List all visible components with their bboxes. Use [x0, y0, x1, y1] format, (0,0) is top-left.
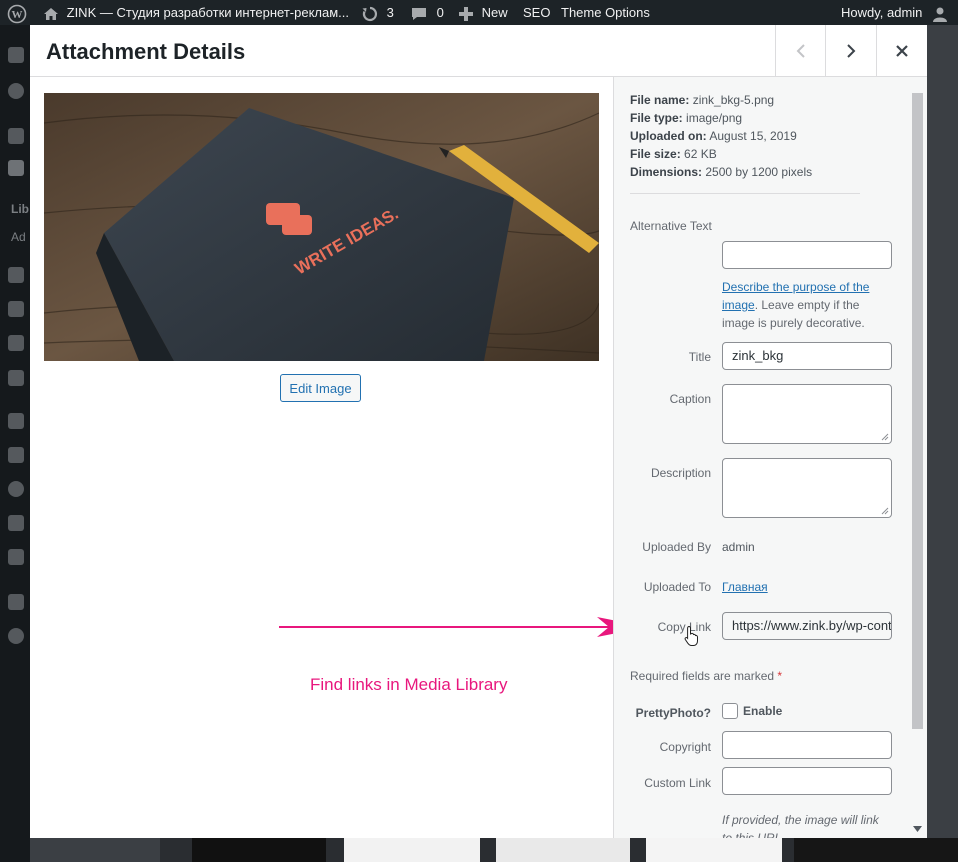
- file-type-row: File type: image/png: [630, 111, 743, 125]
- wordpress-logo-icon[interactable]: W: [7, 0, 27, 25]
- annotation-text: Find links in Media Library: [310, 675, 508, 694]
- prettyphoto-checkbox[interactable]: [722, 703, 738, 719]
- sidebar-add-label[interactable]: Ad: [11, 230, 26, 244]
- howdy-menu[interactable]: Howdy, admin: [841, 0, 948, 25]
- required-fields-note: Required fields are marked *: [630, 669, 783, 683]
- svg-text:W: W: [12, 9, 23, 21]
- modal-title: Attachment Details: [46, 39, 246, 64]
- custom-link-help: If provided, the image will link to this…: [722, 813, 879, 838]
- home-icon: [44, 7, 58, 20]
- attachment-media-view: WRITE IDEAS. Edit Image Find links in Me…: [30, 77, 647, 838]
- updates-count: 3: [386, 5, 394, 20]
- appearance-icon[interactable]: [8, 370, 24, 386]
- pages-icon[interactable]: [8, 267, 24, 283]
- annotation-arrow: [279, 617, 647, 637]
- modal-header: Attachment Details: [30, 25, 927, 77]
- file-size-row: File size: 62 KB: [630, 147, 717, 161]
- dimensions-row: Dimensions: 2500 by 1200 pixels: [630, 165, 813, 179]
- chevron-right-icon: [847, 43, 856, 58]
- collapse-icon[interactable]: [8, 628, 24, 644]
- divider: [630, 193, 860, 194]
- custom-link-label: Custom Link: [644, 776, 711, 790]
- comments-count: 0: [436, 5, 444, 20]
- gallery-icon[interactable]: [8, 335, 24, 351]
- description-textarea[interactable]: [722, 458, 892, 518]
- plus-icon: [459, 6, 473, 21]
- file-details: File name: zink_bkg-5.png File type: ima…: [630, 91, 812, 181]
- copyright-label: Copyright: [659, 740, 711, 754]
- theme-options-menu[interactable]: Theme Options: [561, 0, 650, 25]
- resize-grip-icon[interactable]: [881, 433, 889, 441]
- scroll-down-arrow-icon[interactable]: [913, 825, 922, 833]
- close-icon: [896, 44, 908, 57]
- users-icon[interactable]: [8, 481, 24, 497]
- attachment-preview-image: WRITE IDEAS.: [44, 93, 599, 361]
- updates-icon: [362, 6, 378, 21]
- howdy-text: Howdy, admin: [841, 5, 923, 20]
- site-name: ZINK — Студия разработки интернет-реклам…: [66, 5, 350, 20]
- uploaded-on-row: Uploaded on: August 15, 2019: [630, 129, 797, 143]
- custom-link-input[interactable]: [722, 767, 892, 795]
- settings-icon[interactable]: [8, 549, 24, 565]
- attachment-details-modal: Attachment Details WRITE IDEAS. Edit Ima…: [30, 25, 927, 838]
- admin-sidebar: Lib Ad: [0, 25, 30, 862]
- new-label: New: [481, 5, 508, 20]
- close-button[interactable]: [876, 25, 927, 76]
- copyright-input[interactable]: [722, 731, 892, 759]
- attachment-info-sidebar: File name: zink_bkg-5.png File type: ima…: [613, 77, 927, 838]
- pin-icon[interactable]: [8, 128, 24, 144]
- file-name-row: File name: zink_bkg-5.png: [630, 93, 775, 107]
- alt-text-input[interactable]: [722, 241, 892, 269]
- plugins-icon[interactable]: [8, 413, 24, 429]
- uploaded-to-label: Uploaded To: [643, 580, 711, 594]
- next-button[interactable]: [825, 25, 876, 76]
- admin-bar: W ZINK — Студия разработки интернет-рекл…: [0, 0, 958, 25]
- avatar-icon: [933, 7, 948, 22]
- comments-link[interactable]: 0: [411, 0, 444, 25]
- updates-link[interactable]: 3: [361, 0, 394, 25]
- title-label: Title: [688, 350, 711, 364]
- background-thumbnail: [496, 838, 630, 862]
- background-thumbnail: [192, 838, 326, 862]
- caption-textarea[interactable]: [722, 384, 892, 444]
- comment-icon: [412, 7, 426, 20]
- previous-button[interactable]: [775, 25, 826, 76]
- sidebar-scrollbar[interactable]: [912, 93, 923, 837]
- prettyphoto-label: PrettyPhoto?: [635, 706, 711, 720]
- uploaded-by-label: Uploaded By: [642, 540, 711, 554]
- prettyphoto-enable-label: Enable: [743, 704, 783, 718]
- scrollbar-thumb[interactable]: [912, 93, 923, 729]
- hand-cursor-icon: [684, 625, 698, 646]
- background-thumbnail: [344, 838, 480, 862]
- alt-text-help: Describe the purpose of the image. Leave…: [722, 280, 870, 330]
- required-star: *: [777, 669, 783, 683]
- notebook-image: WRITE IDEAS.: [44, 93, 599, 361]
- description-label: Description: [650, 466, 711, 480]
- layers-icon[interactable]: [8, 594, 24, 610]
- sidebar-library-label[interactable]: Lib: [11, 202, 29, 216]
- caption-label: Caption: [669, 392, 711, 406]
- media-icon[interactable]: [8, 160, 24, 176]
- background-thumbnail: [646, 838, 782, 862]
- seo-menu[interactable]: SEO: [523, 0, 550, 25]
- chevron-left-icon: [796, 43, 805, 58]
- new-content-link[interactable]: New: [459, 0, 508, 25]
- alt-text-label: Alternative Text: [630, 219, 712, 233]
- background-page: [160, 838, 958, 862]
- resize-grip-icon[interactable]: [881, 507, 889, 515]
- comments-sidebar-icon[interactable]: [8, 301, 24, 317]
- uploaded-to-link[interactable]: Главная: [722, 580, 768, 594]
- brush-icon[interactable]: [8, 447, 24, 463]
- copy-link-input[interactable]: https://www.zink.by/wp-content/uploads/2…: [722, 612, 892, 640]
- background-thumbnail: [794, 838, 958, 862]
- tools-icon[interactable]: [8, 515, 24, 531]
- site-home-link[interactable]: ZINK — Студия разработки интернет-реклам…: [43, 0, 349, 25]
- dashboard-icon[interactable]: [8, 47, 24, 63]
- uploaded-by-value: admin: [722, 540, 755, 554]
- title-input[interactable]: zink_bkg: [722, 342, 892, 370]
- globe-icon[interactable]: [8, 83, 24, 99]
- edit-image-button[interactable]: Edit Image: [280, 374, 361, 402]
- prettyphoto-option[interactable]: Enable: [722, 703, 782, 719]
